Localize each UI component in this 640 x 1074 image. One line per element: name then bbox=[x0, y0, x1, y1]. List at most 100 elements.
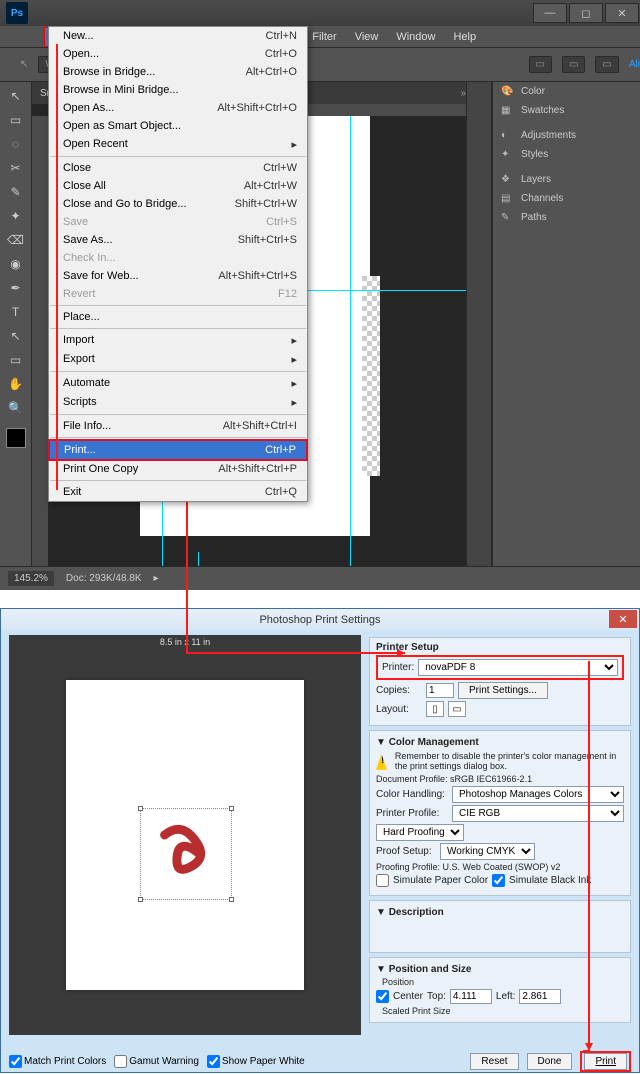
layout-landscape-button[interactable]: ▭ bbox=[448, 701, 466, 717]
panel-paths[interactable]: ✎Paths bbox=[493, 208, 640, 227]
show-paper-white-checkbox[interactable] bbox=[207, 1055, 220, 1068]
center-checkbox[interactable] bbox=[376, 990, 389, 1003]
panel-adjustments[interactable]: ◐Adjustments bbox=[493, 126, 640, 145]
reset-button[interactable]: Reset bbox=[470, 1053, 518, 1070]
menu-help[interactable]: Help bbox=[444, 28, 485, 46]
print-button[interactable]: Print bbox=[584, 1053, 627, 1070]
eraser-tool[interactable]: ⌫ bbox=[5, 230, 27, 250]
menu-browse-mini[interactable]: Browse in Mini Bridge... bbox=[49, 81, 307, 99]
printer-setup-group: Printer Setup Printer: novaPDF 8 Copies:… bbox=[369, 637, 631, 726]
dialog-close-button[interactable]: ✕ bbox=[609, 610, 637, 628]
crop-tool[interactable]: ✂ bbox=[5, 158, 27, 178]
chevron-right-icon[interactable]: ▸ bbox=[154, 573, 159, 584]
match-colors-checkbox[interactable] bbox=[9, 1055, 22, 1068]
panel-color[interactable]: 🎨Color bbox=[493, 82, 640, 101]
gamut-warning-label: Gamut Warning bbox=[129, 1056, 199, 1067]
marquee-tool[interactable]: ▭ bbox=[5, 110, 27, 130]
menu-close-all[interactable]: Close AllAlt+Ctrl+W bbox=[49, 177, 307, 195]
proof-setup-label: Proof Setup: bbox=[376, 846, 436, 857]
panel-styles[interactable]: ✦Styles bbox=[493, 145, 640, 164]
close-button[interactable]: ✕ bbox=[605, 3, 639, 23]
page-preview[interactable] bbox=[66, 680, 304, 990]
printer-profile-select[interactable]: CIE RGB bbox=[452, 805, 624, 822]
menu-save-for-web[interactable]: Save for Web...Alt+Shift+Ctrl+S bbox=[49, 267, 307, 285]
collapsed-panels[interactable] bbox=[466, 82, 492, 566]
artwork-bounds[interactable] bbox=[140, 808, 232, 900]
menu-save-as[interactable]: Save As...Shift+Ctrl+S bbox=[49, 231, 307, 249]
menu-open-recent[interactable]: Open Recent▸ bbox=[49, 135, 307, 154]
menu-automate[interactable]: Automate▸ bbox=[49, 374, 307, 393]
scaled-label: Scaled Print Size bbox=[382, 1006, 624, 1016]
align-icon-3[interactable]: ▭ bbox=[595, 56, 618, 73]
menu-filter[interactable]: Filter bbox=[303, 28, 345, 46]
layout-portrait-button[interactable]: ▯ bbox=[426, 701, 444, 717]
maximize-button[interactable]: ◻ bbox=[569, 3, 603, 23]
zoom-level[interactable]: 145.2% bbox=[8, 571, 54, 586]
panel-swatches[interactable]: ▦Swatches bbox=[493, 101, 640, 120]
menu-view[interactable]: View bbox=[346, 28, 388, 46]
printer-select[interactable]: novaPDF 8 bbox=[418, 659, 618, 676]
left-label: Left: bbox=[496, 991, 515, 1002]
gamut-warning-checkbox[interactable] bbox=[114, 1055, 127, 1068]
menu-open-smart[interactable]: Open as Smart Object... bbox=[49, 117, 307, 135]
path-tool[interactable]: ↖ bbox=[5, 326, 27, 346]
opt-ali[interactable]: Ali bbox=[629, 59, 640, 70]
arrow-icon: ↖ bbox=[20, 59, 28, 70]
menu-new[interactable]: New...Ctrl+N bbox=[49, 27, 307, 45]
hand-tool[interactable]: ✋ bbox=[5, 374, 27, 394]
color-management-group: ▼ Color Management Remember to disable t… bbox=[369, 730, 631, 896]
eyedropper-tool[interactable]: ✎ bbox=[5, 182, 27, 202]
color-handling-select[interactable]: Photoshop Manages Colors bbox=[452, 786, 624, 803]
position-size-group: ▼ Position and Size Position Center Top:… bbox=[369, 957, 631, 1023]
simulate-paper-checkbox[interactable] bbox=[376, 874, 389, 887]
brush-tool[interactable]: ✦ bbox=[5, 206, 27, 226]
doc-size: Doc: 293K/48.8K bbox=[66, 573, 142, 584]
proof-setup-select[interactable]: Working CMYK bbox=[440, 843, 535, 860]
type-tool[interactable]: T bbox=[5, 302, 27, 322]
menu-place[interactable]: Place... bbox=[49, 308, 307, 326]
menu-print[interactable]: Print...Ctrl+P bbox=[50, 441, 306, 459]
color-swatch[interactable] bbox=[6, 428, 26, 448]
menu-scripts[interactable]: Scripts▸ bbox=[49, 393, 307, 412]
gradient-tool[interactable]: ◉ bbox=[5, 254, 27, 274]
zoom-tool[interactable]: 🔍 bbox=[5, 398, 27, 418]
menu-browse-bridge[interactable]: Browse in Bridge...Alt+Ctrl+O bbox=[49, 63, 307, 81]
panel-layers[interactable]: ❖Layers bbox=[493, 170, 640, 189]
menu-close-bridge[interactable]: Close and Go to Bridge...Shift+Ctrl+W bbox=[49, 195, 307, 213]
right-panels: 🎨Color ▦Swatches ◐Adjustments ✦Styles ❖L… bbox=[492, 82, 640, 566]
paths-icon: ✎ bbox=[501, 212, 515, 223]
dialog-title: Photoshop Print Settings bbox=[259, 614, 380, 626]
menu-file-info[interactable]: File Info...Alt+Shift+Ctrl+I bbox=[49, 417, 307, 435]
pen-tool[interactable]: ✒ bbox=[5, 278, 27, 298]
menu-window[interactable]: Window bbox=[387, 28, 444, 46]
align-icon[interactable]: ▭ bbox=[529, 56, 552, 73]
print-preview: 8.5 in x 11 in bbox=[9, 635, 361, 1035]
menu-print-one[interactable]: Print One CopyAlt+Shift+Ctrl+P bbox=[49, 460, 307, 478]
move-tool[interactable]: ↖ bbox=[5, 86, 27, 106]
menu-open[interactable]: Open...Ctrl+O bbox=[49, 45, 307, 63]
menu-open-as[interactable]: Open As...Alt+Shift+Ctrl+O bbox=[49, 99, 307, 117]
match-colors-label: Match Print Colors bbox=[24, 1056, 106, 1067]
shape-tool[interactable]: ▭ bbox=[5, 350, 27, 370]
panel-channels[interactable]: ▤Channels bbox=[493, 189, 640, 208]
lasso-tool[interactable]: ◌ bbox=[5, 134, 27, 154]
done-button[interactable]: Done bbox=[527, 1053, 573, 1070]
print-settings-button[interactable]: Print Settings... bbox=[458, 682, 548, 699]
channels-icon: ▤ bbox=[501, 193, 515, 204]
minimize-button[interactable]: — bbox=[533, 3, 567, 23]
copies-input[interactable] bbox=[426, 683, 454, 698]
hard-proofing-select[interactable]: Hard Proofing bbox=[376, 824, 464, 841]
align-icon-2[interactable]: ▭ bbox=[562, 56, 585, 73]
top-input[interactable] bbox=[450, 989, 492, 1004]
menu-import[interactable]: Import▸ bbox=[49, 331, 307, 350]
left-input[interactable] bbox=[519, 989, 561, 1004]
dialog-title-bar: Photoshop Print Settings ✕ bbox=[1, 609, 639, 631]
status-bar: 145.2% Doc: 293K/48.8K ▸ bbox=[0, 566, 640, 590]
menu-close[interactable]: CloseCtrl+W bbox=[49, 159, 307, 177]
menu-export[interactable]: Export▸ bbox=[49, 350, 307, 369]
annotation-arrow bbox=[56, 44, 58, 490]
show-paper-white-label: Show Paper White bbox=[222, 1056, 305, 1067]
description-group: ▼ Description bbox=[369, 900, 631, 953]
simulate-black-checkbox[interactable] bbox=[492, 874, 505, 887]
menu-exit[interactable]: ExitCtrl+Q bbox=[49, 483, 307, 501]
